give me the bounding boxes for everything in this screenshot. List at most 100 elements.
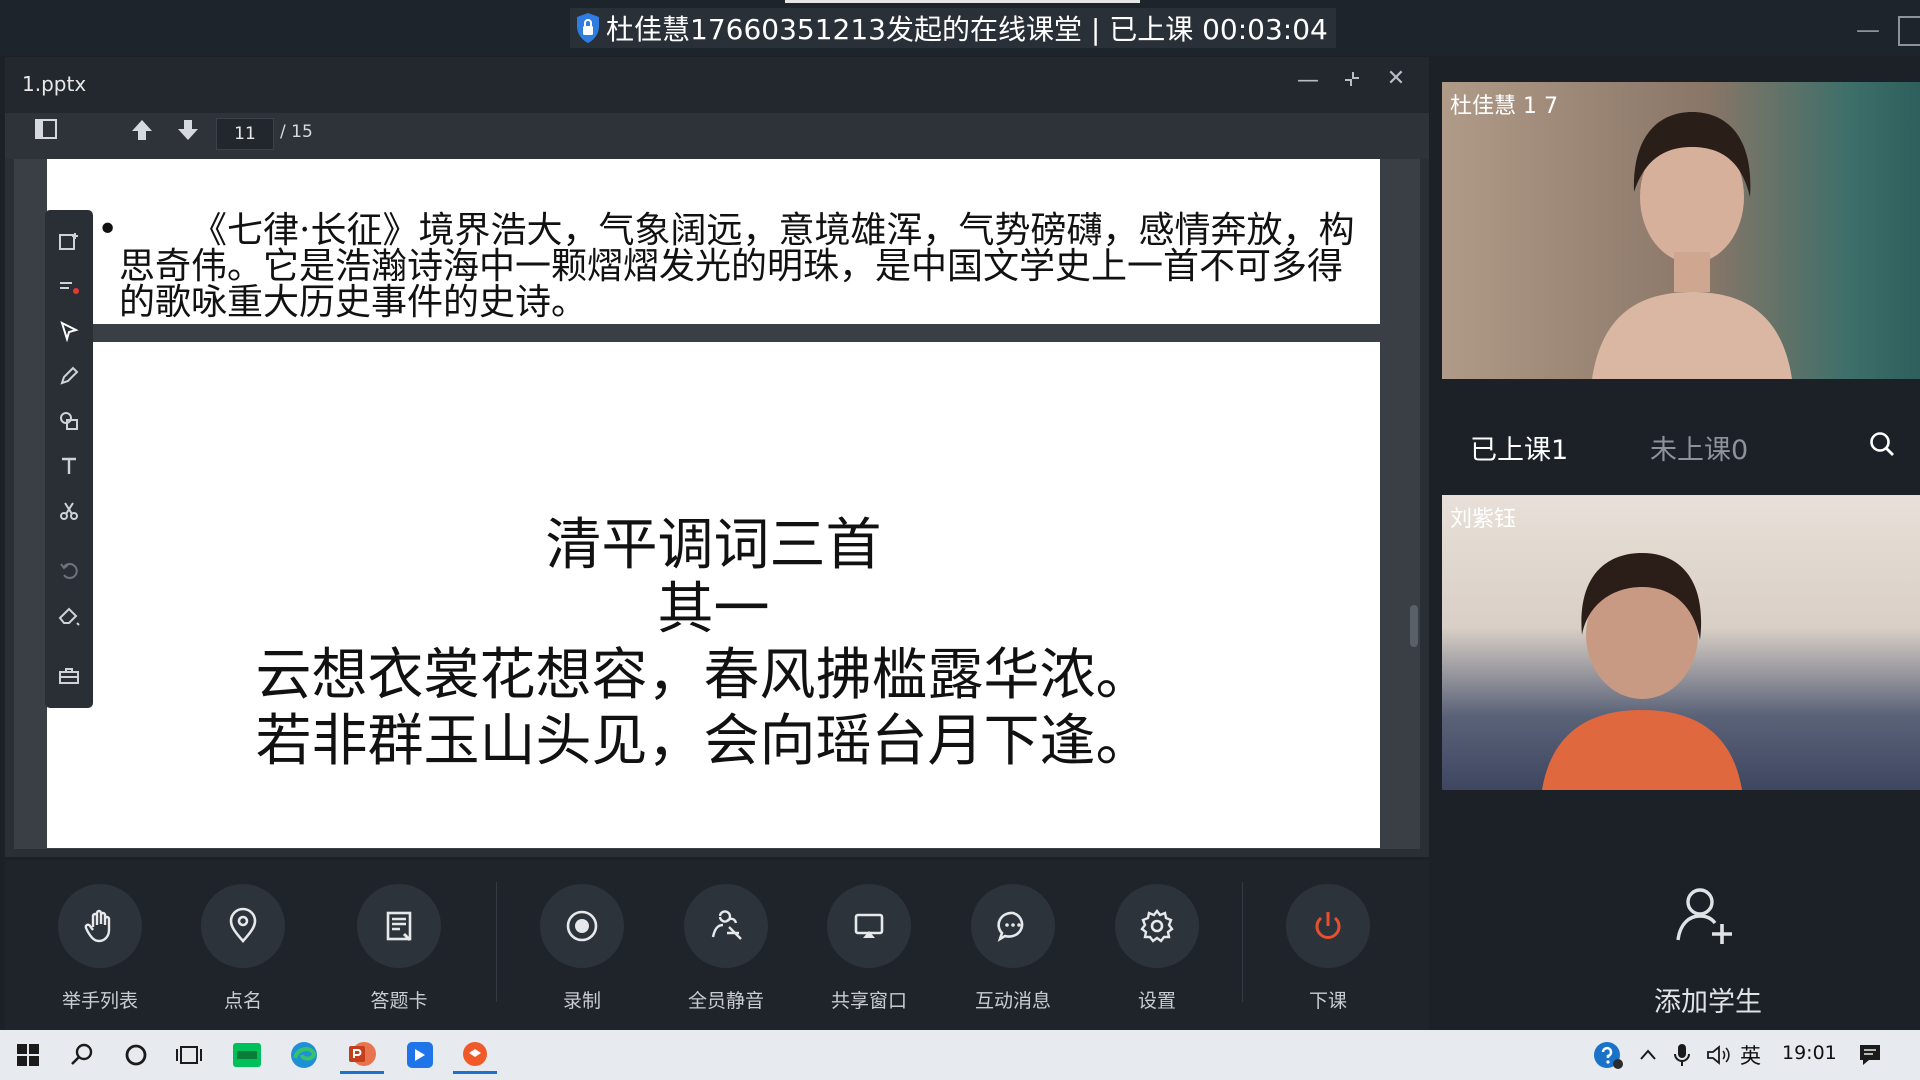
- end-class-button[interactable]: 下课: [1268, 884, 1388, 1024]
- window-minimize-button[interactable]: —: [1850, 16, 1886, 46]
- window-title-area: 杜佳慧17660351213发起的在线课堂 | 已上课 00:03:04: [570, 8, 1336, 48]
- taskbar-app-classroom[interactable]: [453, 1036, 497, 1074]
- location-pin-icon: [229, 907, 257, 943]
- share-window-label: 共享窗口: [830, 990, 907, 1012]
- control-separator: [496, 882, 497, 1002]
- hand-raise-list-button[interactable]: 举手列表: [40, 884, 160, 1024]
- shapes-icon: [60, 412, 78, 430]
- roll-call-button[interactable]: 点名: [183, 884, 303, 1024]
- microphone-icon: [1674, 1044, 1690, 1066]
- notification-center-button[interactable]: [1848, 1036, 1892, 1074]
- power-icon: [1315, 912, 1341, 939]
- input-language-indicator[interactable]: 英: [1740, 1040, 1761, 1070]
- eraser-icon: [58, 607, 80, 626]
- cursor-arrow-icon: [60, 321, 79, 342]
- toolbox-tool[interactable]: [45, 658, 93, 694]
- window-title: 杜佳慧17660351213发起的在线课堂 | 已上课 00:03:04: [606, 13, 1328, 46]
- search-button[interactable]: [1868, 430, 1898, 460]
- undo-tool[interactable]: [45, 552, 93, 588]
- teacher-name: 杜佳慧 1 7: [1450, 94, 1558, 119]
- answer-card-button[interactable]: 答题卡: [339, 884, 459, 1024]
- add-student-button[interactable]: [1670, 880, 1740, 950]
- add-student-label: 添加学生: [1654, 987, 1762, 1018]
- search-icon: [1870, 432, 1894, 456]
- record-icon: [566, 910, 598, 942]
- chevron-up-icon: [1640, 1049, 1656, 1060]
- teacher-silhouette: [1592, 112, 1792, 379]
- page-total: / 15: [280, 122, 313, 142]
- gear-icon: [1140, 909, 1174, 943]
- doc-restore-button[interactable]: [1337, 68, 1367, 96]
- taskbar-app-edge[interactable]: [282, 1036, 326, 1074]
- task-view-button[interactable]: [167, 1036, 211, 1074]
- end-class-label: 下课: [1308, 990, 1347, 1012]
- iqiyi-app-icon: [233, 1043, 261, 1067]
- select-tool[interactable]: [45, 313, 93, 349]
- share-window-button[interactable]: 共享窗口: [809, 884, 929, 1024]
- undo-icon: [60, 563, 78, 579]
- task-view-icon: [176, 1046, 202, 1064]
- page-number-input[interactable]: 11: [216, 118, 274, 150]
- mute-all-button[interactable]: 全员静音: [666, 884, 786, 1024]
- sidebar-toggle-button[interactable]: [31, 118, 61, 148]
- answer-card-icon: [386, 911, 412, 942]
- viewer-scrollbar[interactable]: [1410, 605, 1418, 647]
- document-tabbar: [5, 57, 1429, 113]
- start-button[interactable]: [6, 1036, 50, 1074]
- next-page-button[interactable]: [173, 118, 203, 148]
- help-icon: [1594, 1042, 1623, 1069]
- new-whiteboard-tool[interactable]: [45, 224, 93, 260]
- record-button[interactable]: 录制: [522, 884, 642, 1024]
- document-filename: 1.pptx: [22, 72, 87, 96]
- system-clock[interactable]: 19:01: [1782, 1042, 1837, 1064]
- settings-label: 设置: [1137, 990, 1176, 1012]
- interactive-messages-button[interactable]: 互动消息: [953, 884, 1073, 1024]
- taskbar-search-button[interactable]: [60, 1036, 104, 1074]
- roll-call-label: 点名: [223, 990, 262, 1012]
- meeting-app-icon: [407, 1042, 433, 1068]
- control-separator: [1242, 882, 1243, 1002]
- tab-not-in-class[interactable]: 未上课0: [1650, 428, 1748, 467]
- slide-current: 清平调词三首 其一 云想衣裳花想容，春风拂槛露华浓。 若非群玉山头见，会向瑶台月…: [47, 342, 1380, 848]
- teacher-video[interactable]: 杜佳慧 1 7: [1442, 82, 1920, 379]
- poem-line-2: 若非群玉山头见，会向瑶台月下逢。: [255, 709, 1152, 774]
- scissors-icon: [60, 502, 78, 520]
- volume-tray-button[interactable]: [1696, 1036, 1740, 1074]
- doc-close-button[interactable]: ✕: [1381, 66, 1411, 91]
- slide-previous-text: 《七律·长征》境界浩大，气象阔远，意境雄浑，气势磅礴，感情奔放，构思奇伟。它是浩…: [119, 210, 1355, 323]
- notification-icon: [1860, 1045, 1880, 1065]
- restore-icon: [1345, 72, 1359, 86]
- shape-tool[interactable]: [45, 403, 93, 439]
- eraser-tool[interactable]: [45, 598, 93, 634]
- interactive-messages-label: 互动消息: [974, 990, 1051, 1012]
- cortana-button[interactable]: [114, 1036, 158, 1074]
- tab-in-class[interactable]: 已上课1: [1470, 428, 1568, 467]
- arrow-up-icon: [132, 120, 152, 140]
- text-tool[interactable]: [45, 448, 93, 484]
- pen-tool[interactable]: [45, 358, 93, 394]
- mute-all-icon: [711, 910, 742, 940]
- mute-all-label: 全员静音: [687, 990, 764, 1012]
- taskbar-app-iqiyi[interactable]: [225, 1036, 269, 1074]
- answer-card-label: 答题卡: [370, 990, 428, 1012]
- text-icon: [62, 457, 76, 474]
- cortana-circle-icon: [125, 1044, 147, 1066]
- classroom-app-icon: [463, 1041, 487, 1066]
- student-video[interactable]: 刘紫钰: [1442, 495, 1920, 790]
- taskbar-app-tencent-meeting[interactable]: [398, 1036, 442, 1074]
- help-tray-icon-button[interactable]: [1586, 1036, 1630, 1074]
- taskbar-app-powerpoint[interactable]: [340, 1036, 384, 1074]
- chat-bubble-icon: [997, 911, 1024, 942]
- arrow-down-icon: [178, 120, 198, 140]
- pencil-icon: [60, 366, 79, 385]
- add-board-icon: [59, 233, 78, 250]
- prev-page-button[interactable]: [127, 118, 157, 148]
- settings-button[interactable]: 设置: [1097, 884, 1217, 1024]
- scissors-tool[interactable]: [45, 493, 93, 529]
- student-silhouette: [1542, 553, 1742, 790]
- share-screen-icon: [854, 913, 884, 938]
- windows-logo-icon: [17, 1044, 39, 1066]
- laser-pointer-tool[interactable]: [45, 268, 93, 304]
- window-maximize-button[interactable]: [1898, 16, 1920, 46]
- doc-minimize-button[interactable]: —: [1293, 68, 1323, 93]
